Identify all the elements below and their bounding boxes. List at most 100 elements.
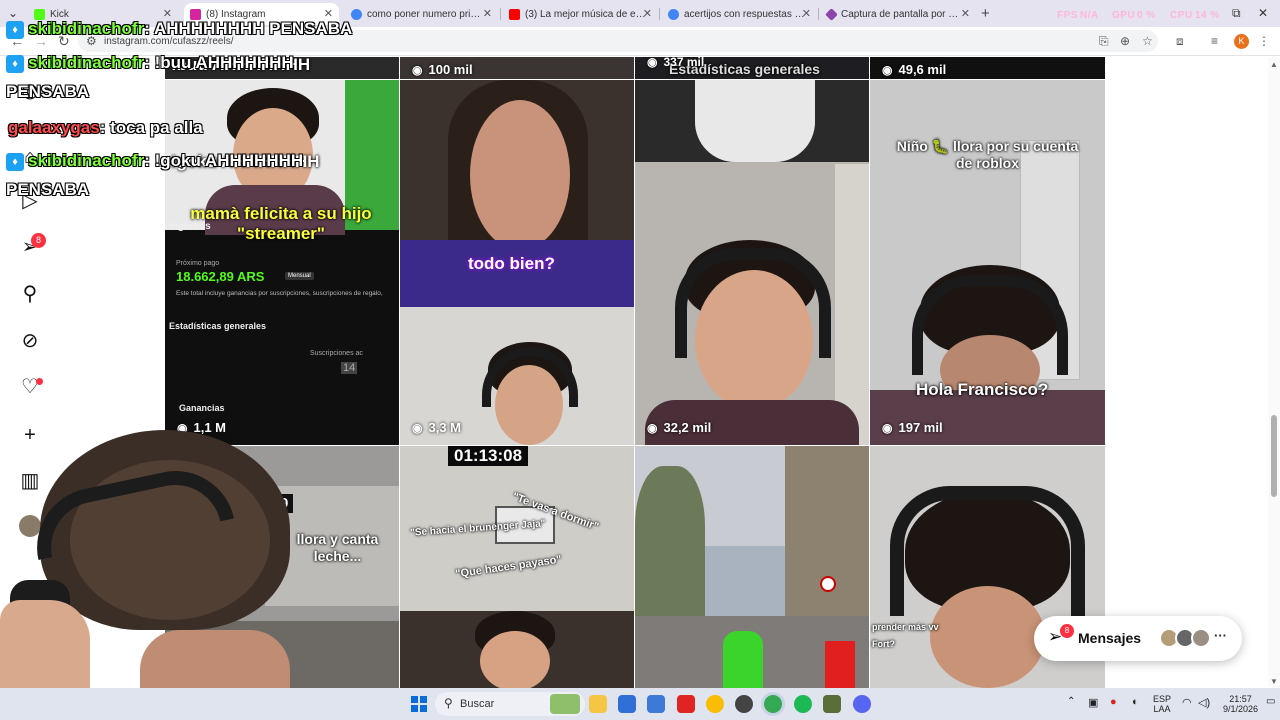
tray-app-icon[interactable]: ▣	[1088, 696, 1098, 709]
tab-title: (8) Instagram	[206, 8, 266, 20]
clock[interactable]: 21:57 9/1/2026	[1223, 694, 1258, 714]
tab-search-icon[interactable]: ⌄	[8, 6, 18, 20]
reel-caption-bottom: prender más vv	[872, 622, 939, 632]
chat-text: : !goku AHHHHHHH	[144, 151, 304, 170]
reel-tile-partial[interactable]: ◉ 49,6 mil	[870, 57, 1105, 79]
tab-close-icon[interactable]: ✕	[643, 7, 652, 20]
reel-tile[interactable]: ◉ 32,2 mil	[635, 80, 869, 445]
copilot-icon[interactable]	[618, 695, 636, 713]
reel-tile[interactable]	[635, 446, 869, 688]
new-tab-button[interactable]: +	[981, 5, 990, 22]
messages-button[interactable]: ➢ 8 Mensajes ···	[1034, 616, 1242, 661]
search-icon[interactable]: ⚲	[18, 282, 42, 306]
reel-tile-partial[interactable]: Estadísticas generales ◉ 337 mil	[635, 57, 869, 79]
chat-text: PENSABA	[6, 82, 90, 101]
google-favicon-icon	[351, 8, 362, 20]
page-scrollbar-thumb[interactable]	[1271, 415, 1277, 497]
tray-security-icon[interactable]: ●	[1110, 696, 1117, 708]
webcam-face	[140, 630, 290, 688]
tab-google-search-2[interactable]: acertijos con respuestas - Busca ✕	[662, 3, 817, 25]
chrome-active-icon[interactable]	[764, 695, 782, 713]
dash-note: Este total incluye ganancias por suscrip…	[176, 290, 383, 297]
tab-google-search-1[interactable]: como poner numero privado ✕	[345, 3, 498, 25]
reel-tile[interactable]: 01:13:08 "Se hacia el brunenger Jaja" "T…	[400, 446, 634, 688]
browser-menu-icon[interactable]: ⋮	[1258, 34, 1270, 48]
chat-username: skibidinachofr	[28, 53, 145, 72]
tab-title: Kick	[50, 8, 69, 20]
install-app-icon[interactable]: ⎘	[1099, 34, 1109, 49]
notification-dot	[36, 378, 43, 385]
windows-taskbar: ⚲ Buscar ⌃ ▣ ● ◐ ESP LAA ◠ ◁) 21:57 9/1/…	[0, 688, 1280, 720]
microsoft-store-icon[interactable]	[647, 695, 665, 713]
headset	[675, 248, 831, 358]
messages-label: Mensajes	[1078, 630, 1142, 646]
taskbar-search-label: Buscar	[460, 698, 495, 710]
reel-views: ◉ 3,3 M	[412, 420, 461, 435]
messages-badge: 8	[1060, 624, 1074, 638]
chat-message: PENSABA	[6, 180, 89, 200]
tab-close-icon[interactable]: ✕	[483, 7, 492, 20]
streamer-webcam	[0, 420, 300, 688]
discord-icon[interactable]	[853, 695, 871, 713]
more-icon: ···	[1214, 628, 1227, 643]
obs-icon[interactable]	[735, 695, 753, 713]
reel-tile[interactable]: todo bien? ◉ 3,3 M	[400, 80, 634, 445]
wps-office-icon[interactable]	[677, 695, 695, 713]
zoom-icon[interactable]: ⊕	[1120, 34, 1130, 48]
windows-start-icon[interactable]	[411, 696, 427, 712]
dash-subs-label: Suscripciones ac	[310, 350, 363, 357]
reading-list-icon[interactable]: ≡	[1211, 34, 1218, 48]
page-scrollbar-track[interactable]	[1268, 57, 1280, 687]
chrome-icon[interactable]	[706, 695, 724, 713]
chat-username: skibidinachofr	[28, 19, 145, 38]
spotify-icon[interactable]	[794, 695, 812, 713]
dash-next-pay-label: Próximo pago	[176, 260, 220, 267]
chat-text: : AHHHHHHHH PENSABA	[144, 19, 353, 38]
scroll-up-arrow-icon[interactable]: ▲	[1270, 60, 1278, 69]
extensions-icon[interactable]: ⧈	[1176, 34, 1184, 49]
tab-youtube[interactable]: (3) La mejor música de elevador ✕	[503, 3, 658, 25]
chat-username: skibidinachofr	[28, 151, 145, 170]
close-window-icon[interactable]: ✕	[1258, 6, 1268, 20]
explore-icon[interactable]: ⊘	[18, 329, 42, 353]
app-icon[interactable]	[823, 695, 841, 713]
reel-caption-main: mamà felicita a su hijo "streamer"	[190, 204, 372, 243]
dash-stats-label: Estadísticas generales	[169, 321, 267, 331]
reel-timer: 01:13:08	[448, 446, 529, 466]
instagram-favicon-icon	[190, 8, 201, 20]
person-face	[480, 631, 550, 688]
profile-avatar[interactable]: K	[1234, 34, 1249, 49]
reel-views: ◉ 337 mil	[647, 57, 704, 69]
notifications-icon[interactable]: ▭	[1266, 696, 1275, 707]
chat-text: : !buu AHHHHHHH	[144, 53, 294, 72]
chat-message: ♦ skibidinachofr: AHHHHHHHH PENSABA	[6, 19, 352, 39]
tab-lightshot[interactable]: Captura de pantalla por Lightsh ✕	[821, 3, 976, 25]
tab-separator	[818, 8, 819, 20]
language-code: ESP	[1153, 694, 1172, 704]
tray-overflow-icon[interactable]: ⌃	[1067, 696, 1075, 707]
google-favicon-icon	[668, 8, 679, 20]
dash-subs-value: 14	[341, 362, 358, 374]
gpu-value: 0 %	[1137, 10, 1156, 21]
reels-grid: !buu AHHHHHHH ◉ 100 mil Estadísticas gene…	[165, 57, 1105, 688]
tab-close-icon[interactable]: ✕	[961, 7, 970, 20]
scroll-down-arrow-icon[interactable]: ▼	[1270, 677, 1278, 686]
wifi-icon[interactable]: ◠	[1182, 696, 1192, 709]
tree	[635, 466, 705, 616]
reel-tile[interactable]: Niño 🐛 llora por su cuenta de roblox Hol…	[870, 80, 1105, 445]
tab-close-icon[interactable]: ✕	[802, 7, 811, 20]
keyboard-layout: LAA	[1153, 704, 1171, 714]
bookmark-star-icon[interactable]: ☆	[1142, 34, 1153, 48]
language-indicator[interactable]: ESP LAA	[1153, 694, 1171, 714]
volume-icon[interactable]: ◁)	[1198, 696, 1210, 709]
reel-tile-partial[interactable]: ◉ 100 mil	[400, 57, 634, 79]
taskbar-search[interactable]: ⚲ Buscar	[435, 692, 585, 716]
chat-message: PENSABA	[6, 82, 89, 102]
tray-discord-icon[interactable]: ◐	[1132, 696, 1139, 708]
chat-text: PENSABA	[6, 180, 90, 199]
tab-title: Captura de pantalla por Lightsh	[841, 8, 963, 20]
dash-income-label: Ingresos	[169, 221, 211, 232]
file-explorer-icon[interactable]	[589, 695, 607, 713]
restore-window-icon[interactable]: ⧉	[1232, 6, 1241, 21]
fps-value: N/A	[1080, 10, 1099, 21]
